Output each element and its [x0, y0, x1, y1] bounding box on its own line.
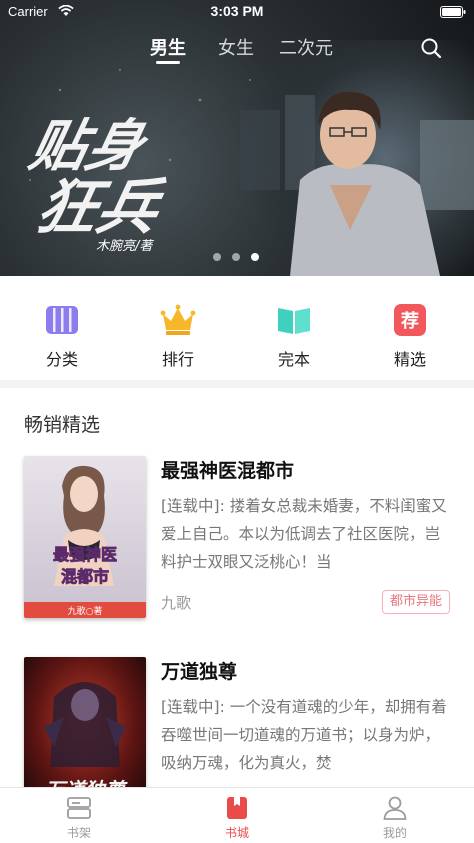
status-time: 3:03 PM [210, 3, 264, 19]
book-cover[interactable]: 最强神医 混都市 九歌○著 [24, 456, 146, 618]
section-divider [0, 380, 474, 388]
search-icon[interactable] [420, 37, 442, 59]
active-tab-indicator [156, 61, 180, 64]
svg-text:狂兵: 狂兵 [30, 174, 169, 243]
pager-dot[interactable] [213, 253, 221, 261]
featured-label: 精选 [393, 350, 426, 369]
tab-bookstore[interactable]: 书城 [197, 795, 277, 841]
bookstore-icon [227, 797, 247, 819]
banner-title-art: 贴身 狂兵 [24, 114, 169, 243]
category-nav: 分类 排行 完本 荐 精选 [0, 276, 474, 380]
battery-icon [440, 6, 466, 18]
svg-text:荐: 荐 [400, 310, 419, 332]
tab-anime[interactable]: 二次元 [279, 34, 333, 60]
tab-male[interactable]: 男生 [150, 34, 186, 60]
tab-female[interactable]: 女生 [218, 34, 254, 60]
ranking-label: 排行 [161, 350, 194, 369]
open-book-icon [278, 308, 310, 334]
section-title: 畅销精选 [24, 414, 101, 436]
book-author: 九歌 [161, 594, 192, 612]
channel-tabs: 男生 女生 二次元 [0, 34, 474, 66]
crown-icon [160, 304, 196, 335]
svg-text:九歌○著: 九歌○著 [68, 605, 103, 617]
book-list-item[interactable]: 最强神医 混都市 九歌○著 最强神医混都市 [连载中]: 搂着女总裁未婚妻，不料… [0, 456, 474, 646]
tab-label: 我的 [382, 826, 407, 840]
nav-completed[interactable]: 完本 [254, 302, 334, 372]
tab-label: 书城 [224, 826, 249, 840]
svg-text:贴身: 贴身 [24, 114, 155, 179]
nav-category[interactable]: 分类 [22, 302, 102, 372]
nav-ranking[interactable]: 排行 [138, 302, 218, 372]
book-description: [连载中]: 搂着女总裁未婚妻，不料闺蜜又爱上自己。本以为低调去了社区医院，岂料… [161, 497, 447, 571]
book-title[interactable]: 最强神医混都市 [161, 456, 294, 483]
svg-text:混都市: 混都市 [61, 567, 109, 586]
bookshelf-icon [67, 797, 91, 819]
book-title[interactable]: 万道独尊 [161, 657, 237, 684]
banner-author-art: 木腕亮/著 [96, 238, 154, 254]
tab-label: 书架 [66, 826, 91, 840]
category-label: 分类 [45, 350, 78, 369]
status-bar: Carrier 3:03 PM [0, 0, 474, 24]
recommend-badge-icon: 荐 [394, 304, 426, 336]
tab-profile[interactable]: 我的 [355, 795, 435, 841]
genre-badge: 都市异能 [381, 590, 450, 614]
app-screen: 贴身 狂兵 木腕亮/著 Carrier 3:03 PM 男生 女生 二次元 分类… [0, 0, 474, 843]
grid-books-icon [46, 306, 78, 334]
book-cover-art: 最强神医 混都市 九歌○著 [24, 456, 146, 618]
banner-pager [213, 253, 263, 263]
pager-dot[interactable] [232, 253, 240, 261]
bottom-tab-bar: 书架 书城 我的 [0, 787, 474, 843]
profile-icon [383, 796, 407, 820]
completed-label: 完本 [277, 350, 310, 369]
nav-featured[interactable]: 荐 精选 [370, 302, 450, 372]
tab-bookshelf[interactable]: 书架 [39, 795, 119, 841]
pager-dot-active[interactable] [251, 253, 259, 261]
hero-banner[interactable]: 贴身 狂兵 木腕亮/著 Carrier 3:03 PM 男生 女生 二次元 [0, 0, 474, 276]
book-description: [连载中]: 一个没有道魂的少年，却拥有着吞噬世间一切道魂的万道书；以身为炉，吸… [161, 698, 447, 772]
svg-text:最强神医: 最强神医 [53, 545, 117, 564]
